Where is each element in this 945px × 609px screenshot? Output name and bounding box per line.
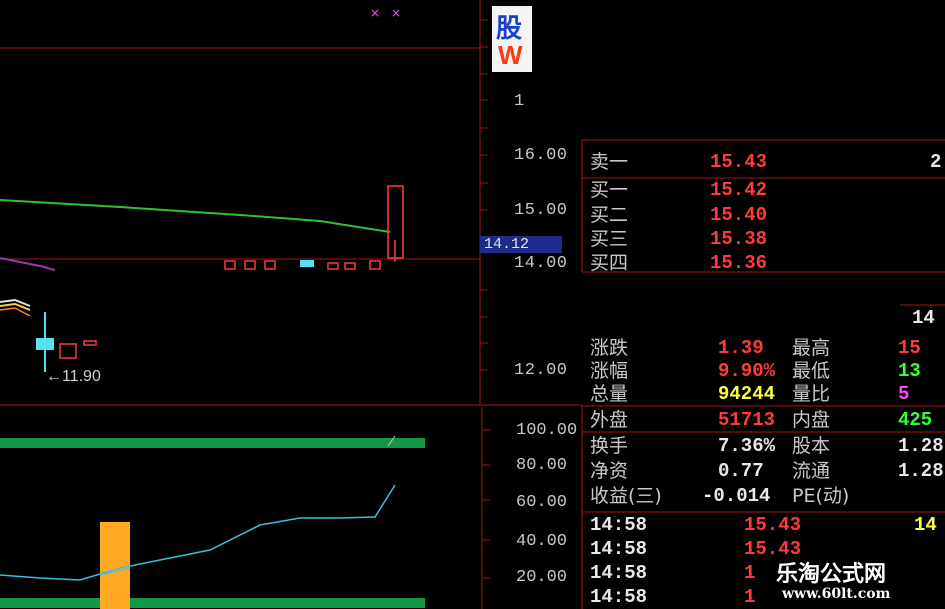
price-tick: 16.00 — [514, 146, 568, 165]
stat-value: 13 — [898, 360, 921, 382]
stat-value: 425 — [898, 409, 933, 431]
tick-price: 15.43 — [744, 514, 802, 536]
stat-value: 5 — [898, 383, 910, 405]
order-buy-1-label: 买一 — [590, 179, 629, 201]
order-buy-2-price: 15.40 — [710, 204, 768, 226]
price-tick: 12.00 — [514, 361, 568, 380]
indicator-tick-label: 60.00 — [516, 493, 568, 512]
indicator-band-bottom — [0, 598, 425, 608]
order-sell-1-price: 15.43 — [710, 151, 768, 173]
order-buy-3-price: 15.38 — [710, 228, 768, 250]
stat-label: 最高 — [792, 337, 831, 359]
order-buy-4-label: 买四 — [590, 252, 629, 271]
stat-value: 15 — [898, 337, 921, 359]
price-tick-partial: 1 — [514, 92, 525, 111]
logo-sub: W — [498, 40, 523, 70]
watermark-url: www.60lt.com — [782, 586, 891, 602]
stat-label: 换手 — [590, 435, 629, 457]
stat-label: 最低 — [792, 360, 831, 382]
indicator-band-top — [0, 438, 425, 448]
current-price-label: 14.12 — [480, 236, 562, 253]
stat-label: 内盘 — [792, 409, 831, 431]
tick-volume: 14 — [914, 514, 937, 536]
ma-green-line — [0, 199, 391, 233]
candle-red-tiny — [83, 340, 97, 346]
tick-price: 1 — [744, 586, 756, 608]
price-tick: 15.00 — [514, 201, 568, 220]
stat-value: 0.77 — [718, 460, 764, 482]
stat-label: 量比 — [792, 383, 831, 405]
stat-value: 1.39 — [718, 337, 764, 359]
indicator-tick-label: 80.00 — [516, 456, 568, 475]
price-tick: 14.00 — [514, 254, 568, 273]
app-logo: 股 W — [492, 6, 532, 72]
stat-label: 股本 — [792, 435, 831, 457]
tick-time: 14:58 — [590, 514, 648, 536]
order-buy-1-price: 15.42 — [710, 179, 768, 201]
stat-label: 净资 — [590, 460, 629, 482]
stat-value: 1.28 — [898, 435, 944, 457]
candle-red-small — [59, 343, 77, 359]
stat-label: 流通 — [792, 460, 831, 482]
stat-value: 7.36% — [718, 435, 776, 457]
order-buy-3-label: 买三 — [590, 228, 629, 250]
indicator-line — [0, 484, 396, 581]
stat-value: 94244 — [718, 383, 776, 405]
order-buy-2-label: 买二 — [590, 204, 629, 226]
stat-label: 涨跌 — [590, 337, 629, 359]
tick-price: 1 — [744, 562, 756, 584]
order-sell-1-volume: 2 — [930, 151, 942, 173]
marker-x-2: × — [391, 6, 401, 20]
order-buy-4-price: 15.36 — [710, 252, 768, 271]
watermark-title: 乐淘公式网 — [776, 562, 887, 587]
tick-time: 14:58 — [590, 562, 648, 584]
tick-time: 14:58 — [590, 586, 648, 608]
stat-value: 51713 — [718, 409, 776, 431]
indicator-tick-label: 100.00 — [516, 421, 578, 440]
stat-value: 1.28 — [898, 460, 944, 482]
stat-label: PE(动) — [792, 485, 850, 507]
candle-cyan — [36, 338, 54, 350]
indicator-tick-label: 20.00 — [516, 568, 568, 587]
stat-value: 9.90% — [718, 360, 776, 382]
watermark: 乐淘公式网 www.60lt.com — [760, 556, 940, 606]
stat-value: -0.014 — [702, 485, 771, 507]
stat-label: 外盘 — [590, 409, 629, 431]
stat-label: 总量 — [590, 383, 629, 405]
low-marker: ←11.90 — [46, 368, 101, 385]
marker-x-1: × — [370, 6, 380, 20]
indicator-tick-label: 40.00 — [516, 532, 568, 551]
stat-label: 涨幅 — [590, 360, 629, 382]
ma-purple-line — [0, 257, 56, 271]
candle-cyan-small — [300, 260, 314, 267]
order-sell-1-label: 卖一 — [590, 151, 629, 173]
stat-label: 收益(三) — [590, 485, 662, 507]
tick-time: 14:58 — [590, 538, 648, 560]
quote-top-right: 14 — [912, 307, 935, 329]
volume-bar — [100, 522, 130, 609]
chart-canvas: × × — [0, 0, 945, 609]
